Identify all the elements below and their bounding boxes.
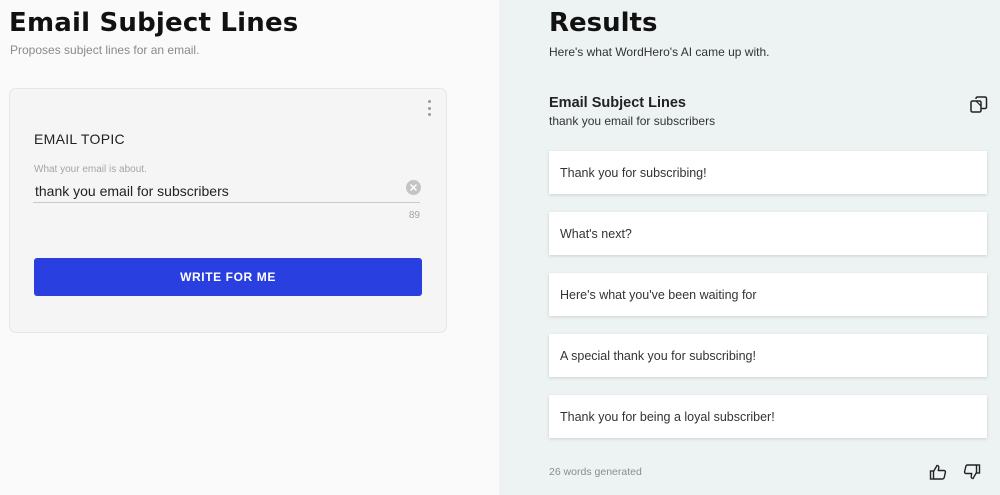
result-item[interactable]: Thank you for subscribing!	[549, 151, 987, 194]
results-panel: Results Here's what WordHero's AI came u…	[499, 0, 1000, 495]
result-set-title: Email Subject Lines	[549, 95, 686, 111]
page-subtitle: Proposes subject lines for an email.	[10, 43, 200, 57]
page-title: Email Subject Lines	[9, 8, 299, 38]
clear-circle-x-icon[interactable]	[406, 180, 421, 195]
result-item[interactable]: Thank you for being a loyal subscriber!	[549, 395, 987, 438]
generator-panel: Email Subject Lines Proposes subject lin…	[0, 0, 499, 495]
result-item[interactable]: What's next?	[549, 212, 987, 255]
result-item[interactable]: Here's what you've been waiting for	[549, 273, 987, 316]
results-subtitle: Here's what WordHero's AI came up with.	[549, 45, 770, 59]
character-counter: 89	[408, 210, 420, 221]
words-generated-count: 26 words generated	[549, 466, 642, 478]
thumbs-down-icon[interactable]	[963, 463, 981, 481]
result-item[interactable]: A special thank you for subscribing!	[549, 334, 987, 377]
result-list: Thank you for subscribing! What's next? …	[549, 151, 987, 456]
thumbs-up-icon[interactable]	[929, 463, 947, 481]
kebab-menu-icon[interactable]	[425, 100, 433, 116]
topic-form-card: EMAIL TOPIC What your email is about. 89…	[9, 88, 447, 333]
email-topic-hint: What your email is about.	[34, 164, 147, 175]
copy-icon[interactable]	[969, 95, 989, 115]
result-set-topic: thank you email for subscribers	[549, 114, 716, 128]
email-topic-label: EMAIL TOPIC	[34, 131, 125, 147]
email-topic-input[interactable]	[33, 179, 420, 203]
results-title: Results	[549, 8, 658, 38]
write-for-me-button[interactable]: WRITE FOR ME	[34, 258, 422, 296]
